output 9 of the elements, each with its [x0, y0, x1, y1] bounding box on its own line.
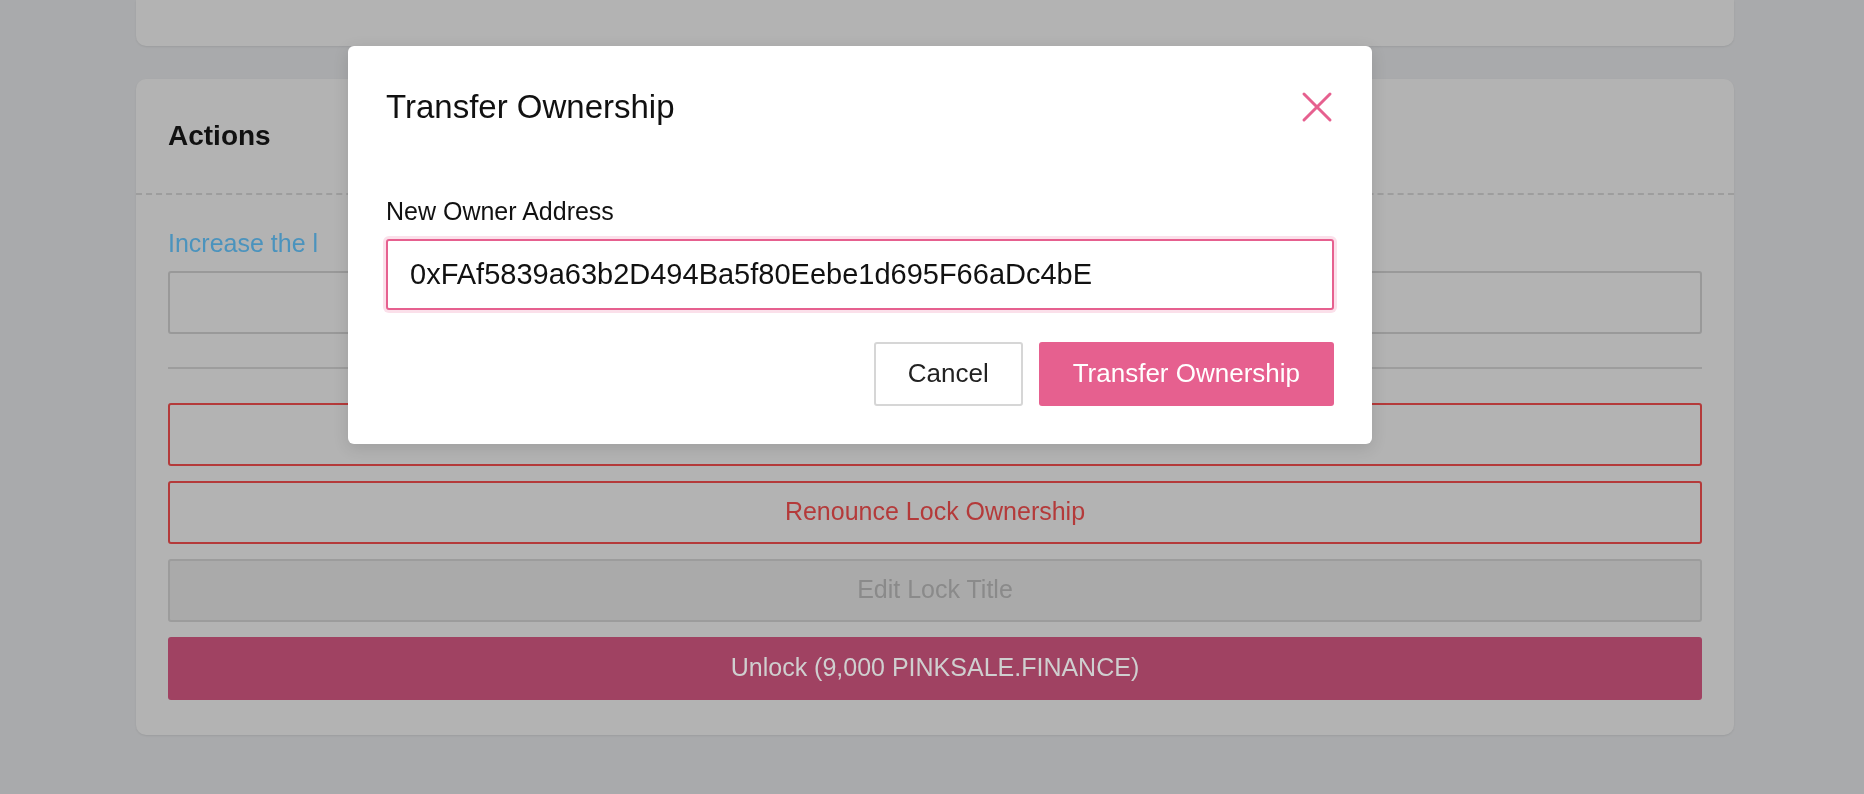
- dialog-title: Transfer Ownership: [386, 87, 675, 127]
- transfer-button[interactable]: Transfer Ownership: [1038, 341, 1334, 406]
- close-icon[interactable]: [1300, 90, 1334, 124]
- cancel-button[interactable]: Cancel: [873, 341, 1023, 406]
- unlock-button[interactable]: Unlock (9,000 PINKSALE.FINANCE): [168, 636, 1702, 700]
- ownership-button[interactable]: Renounce Lock Ownership: [168, 480, 1702, 544]
- address-input[interactable]: 0xFAf5839a63b2D494Ba5f80Eebe1d695F66aDc4bE: [386, 238, 1334, 310]
- card-title: Actions: [168, 119, 271, 153]
- field-label: New Owner Address: [386, 196, 615, 227]
